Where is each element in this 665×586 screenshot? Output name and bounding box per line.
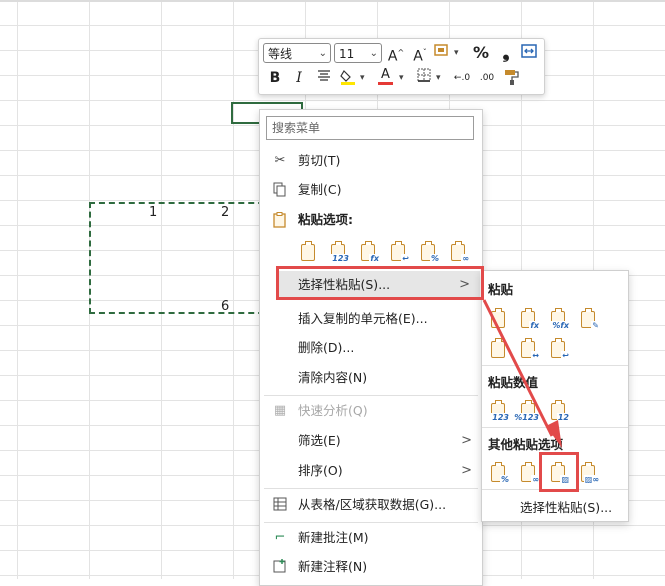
arrow-head-icon <box>546 420 562 448</box>
annotation-arrow <box>482 299 562 448</box>
